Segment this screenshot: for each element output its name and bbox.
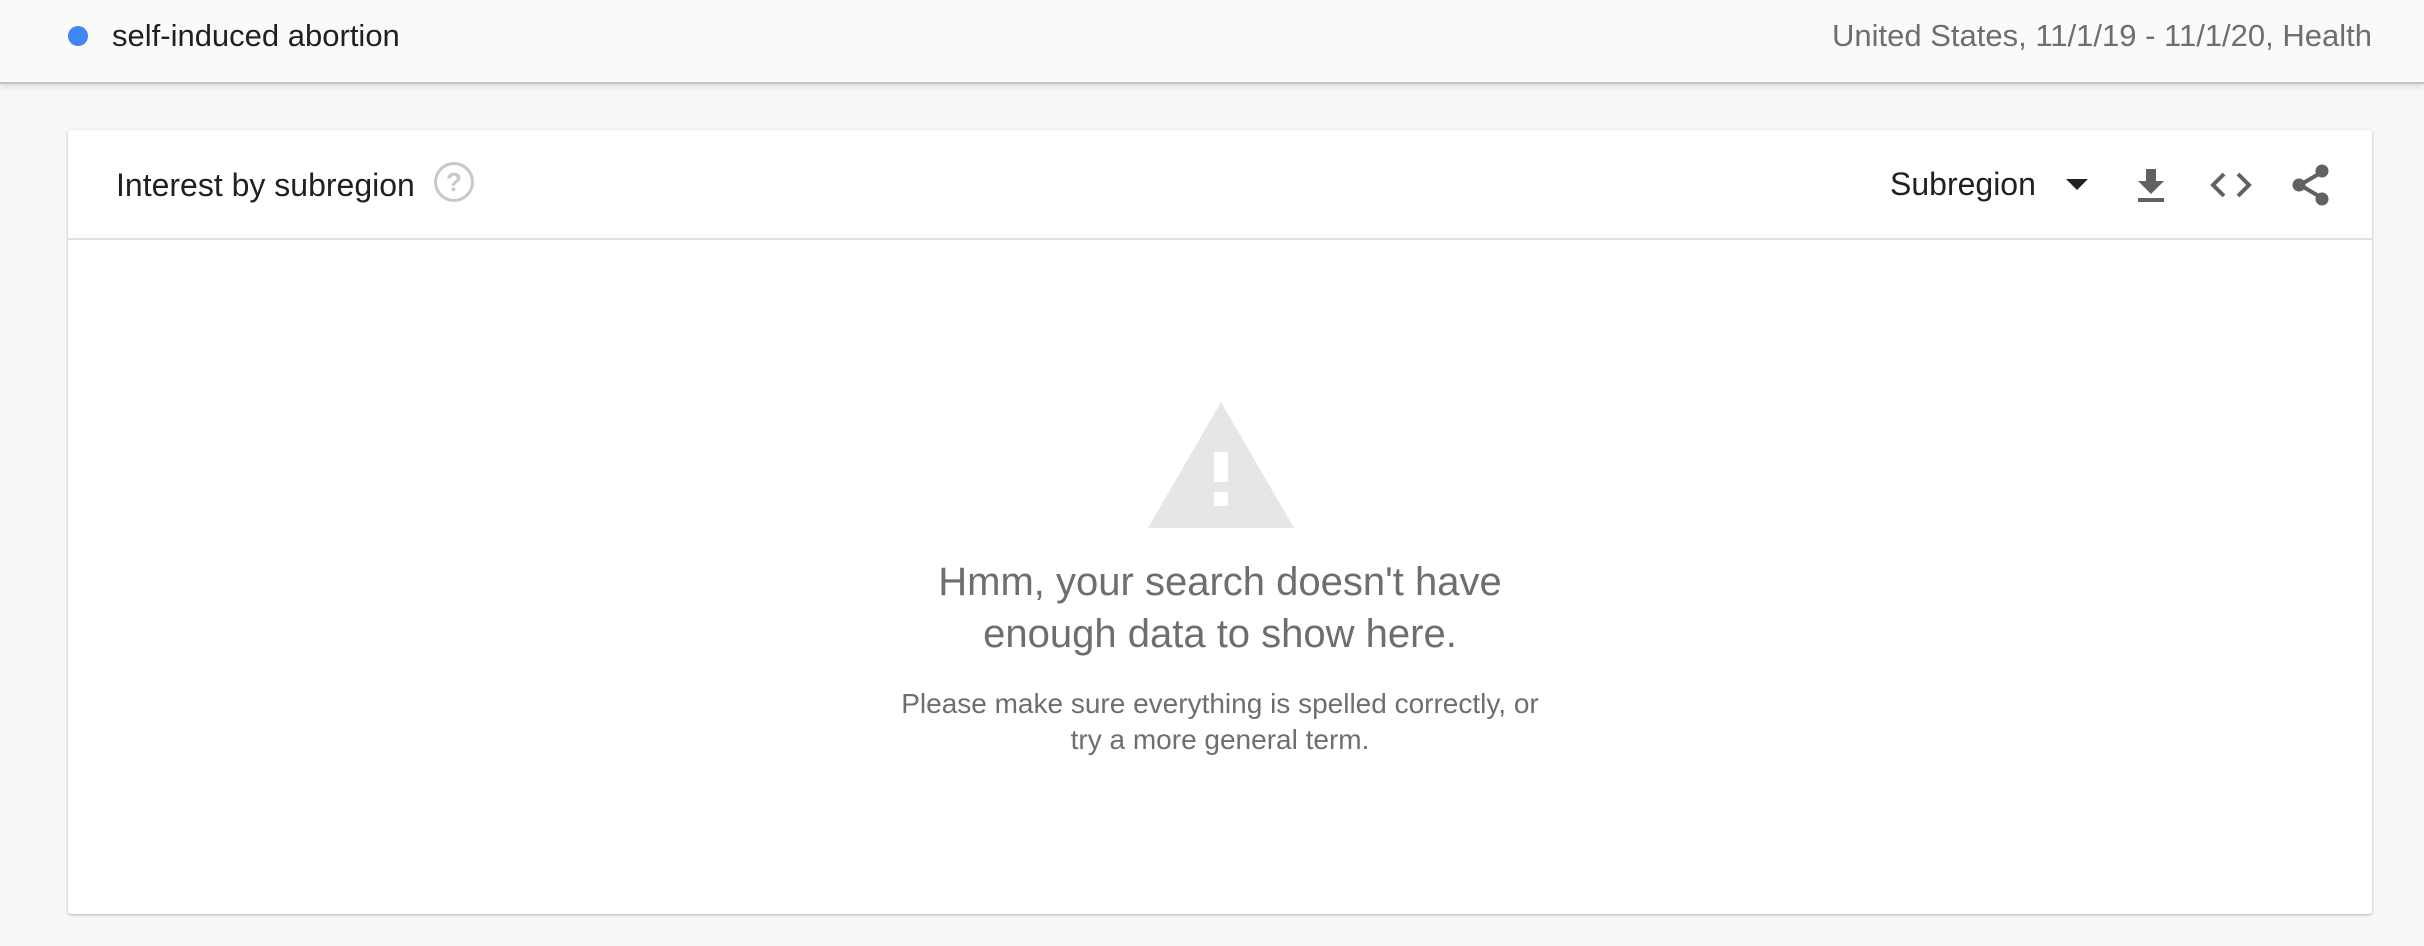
empty-state: Hmm, your search doesn't have enough dat…	[68, 240, 2372, 914]
search-term-meta: United States, 11/1/19 - 11/1/20, Health	[1832, 18, 2372, 53]
card-header: Interest by subregion ? Subregion	[68, 130, 2372, 240]
empty-state-message: Hmm, your search doesn't have enough dat…	[938, 560, 1502, 656]
empty-state-hint: Please make sure everything is spelled c…	[901, 688, 1539, 755]
interest-by-subregion-card: Interest by subregion ? Subregion Hmm, y…	[68, 130, 2372, 914]
embed-code-icon[interactable]	[2206, 160, 2256, 210]
share-icon[interactable]	[2286, 160, 2336, 210]
card-title: Interest by subregion	[116, 167, 415, 203]
resolution-dropdown-label: Subregion	[1890, 166, 2036, 202]
search-term-label: self-induced abortion	[112, 18, 400, 53]
download-icon[interactable]	[2126, 160, 2176, 210]
caret-down-icon	[2065, 178, 2088, 190]
resolution-dropdown[interactable]: Subregion	[1890, 154, 2088, 214]
term-color-dot	[68, 26, 88, 46]
search-term-bar: self-induced abortion United States, 11/…	[0, 0, 2424, 84]
warning-icon	[1146, 400, 1296, 530]
help-circle-icon[interactable]: ?	[434, 162, 474, 202]
